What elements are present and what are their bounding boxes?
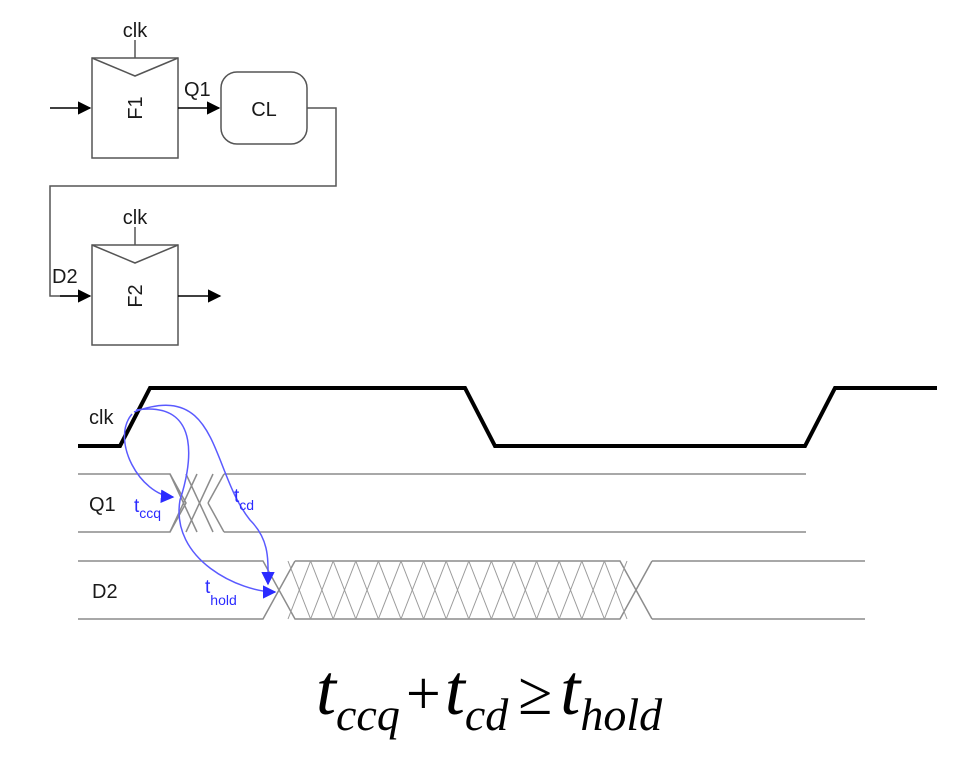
d2-circuit-label: D2 [52, 266, 78, 288]
tcd-label: tcd [234, 486, 254, 513]
equation-text: tccq+tcd ≥ thold [316, 650, 663, 740]
combinational-logic: CL [220, 71, 308, 145]
timing-diagram: clk Q1 D2 tccq tcd thold [78, 386, 937, 620]
clk-waveform [78, 386, 937, 448]
q1-signal-label: Q1 [89, 494, 116, 516]
flip-flop-f2: clk F2 [91, 207, 222, 346]
hold-time-diagram: clk F1 Q1 CL D2 clk F2 clk Q1 D2 tccq tc… [49, 20, 937, 740]
f1-name: F1 [125, 96, 147, 119]
q1-label: Q1 [184, 79, 211, 101]
f2-name: F2 [125, 284, 147, 307]
q1-waveform [78, 473, 806, 533]
d2-signal-label: D2 [92, 581, 118, 603]
clk-signal-label: clk [89, 407, 114, 429]
f2-clock-label: clk [123, 207, 148, 229]
f1-clock-label: clk [123, 20, 148, 42]
circuit-schematic: clk F1 Q1 CL D2 clk F2 [49, 20, 337, 346]
d2-waveform [78, 560, 865, 620]
tccq-label: tccq [134, 496, 161, 521]
thold-arrow [135, 408, 277, 599]
hold-time-equation: tccq+tcd ≥ thold [316, 650, 663, 740]
tcd-arrow [133, 404, 275, 586]
flip-flop-f1: clk F1 [50, 20, 179, 159]
cl-label: CL [251, 99, 277, 121]
